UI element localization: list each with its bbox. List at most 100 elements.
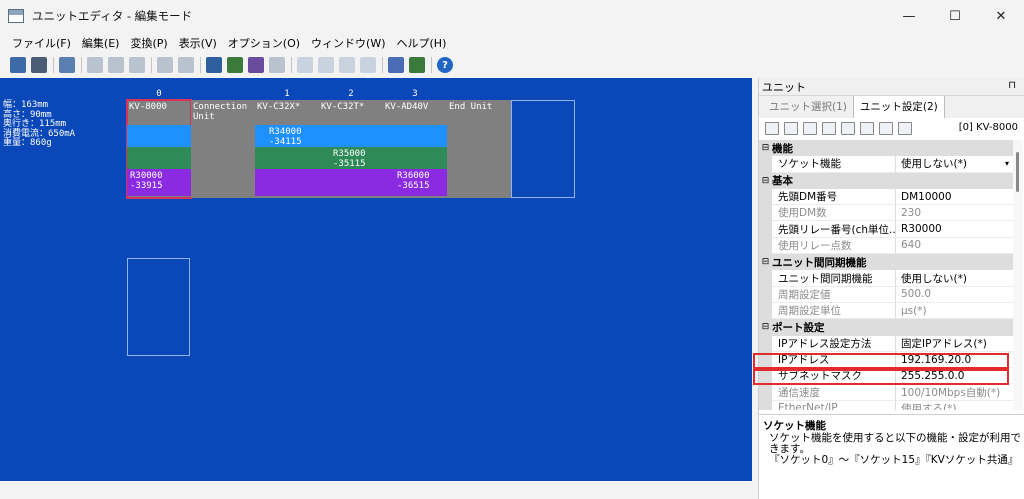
prop-row[interactable]: ソケット機能 使用しない(*) ▾ — [759, 156, 1013, 173]
compare-icon[interactable] — [269, 57, 285, 73]
description-title: ソケット機能 — [763, 420, 826, 432]
description-pane: ソケット機能 ソケット機能を使用すると以下の機能・設定が利用できます。 『ソケッ… — [759, 414, 1024, 499]
menu-window[interactable]: ウィンドウ(W) — [311, 35, 385, 51]
unit-kv-8000[interactable]: KV-8000 R30000 -33915 — [126, 99, 192, 199]
collapse-icon[interactable]: ⊟ — [759, 143, 772, 153]
unit-kv-c32x[interactable]: KV-C32X* R34000 -34115 — [255, 100, 319, 198]
panel-header: ユニット ⊓ — [759, 78, 1024, 96]
minimize-button[interactable]: — — [886, 0, 932, 32]
relay-range-label: R35000 -35115 — [333, 149, 366, 169]
connect-icon[interactable] — [31, 57, 47, 73]
scrollbar-thumb[interactable] — [1016, 152, 1019, 192]
toolbar-separator — [291, 57, 292, 73]
wrench-icon[interactable] — [388, 57, 404, 73]
unit-name: KV-C32T* — [321, 102, 365, 112]
sort-alpha-icon[interactable] — [784, 121, 798, 135]
save-icon[interactable] — [59, 57, 75, 73]
cut-icon[interactable] — [87, 57, 103, 73]
tab-unit-select[interactable]: ユニット選択(1) — [763, 96, 853, 118]
category-basic[interactable]: ⊟ 基本 — [759, 172, 1013, 189]
export-icon[interactable] — [860, 121, 874, 135]
expand-icon[interactable] — [803, 121, 817, 135]
prop-row[interactable]: 先頭DM番号 DM10000 — [759, 188, 1013, 206]
band-output — [255, 147, 319, 169]
category-port[interactable]: ⊟ ポート設定 — [759, 319, 1013, 336]
panel-tabs: ユニット選択(1) ユニット設定(2) — [759, 95, 1024, 118]
collapse-icon[interactable]: ⊟ — [759, 322, 772, 332]
unit-canvas[interactable]: 幅：163mm 高さ：90mm 奥行き：115mm 消費電流：650mA 重量：… — [0, 78, 752, 481]
unit-specs: 幅：163mm 高さ：90mm 奥行き：115mm 消費電流：650mA 重量：… — [3, 100, 76, 148]
verify-icon[interactable] — [248, 57, 264, 73]
prop-row[interactable]: ユニット間同期機能 使用しない(*) — [759, 270, 1013, 287]
socket-function-select[interactable]: 使用しない(*) ▾ — [895, 156, 1013, 173]
collapse-icon[interactable]: ⊟ — [759, 257, 772, 267]
import-icon[interactable] — [841, 121, 855, 135]
menu-edit[interactable]: 編集(E) — [82, 35, 120, 51]
transfer-icon[interactable] — [297, 57, 313, 73]
toolbar-separator — [81, 57, 82, 73]
monitor-icon[interactable] — [339, 57, 355, 73]
category-sync[interactable]: ⊟ ユニット間同期機能 — [759, 254, 1013, 271]
chevron-down-icon[interactable]: ▾ — [1005, 159, 1009, 168]
menu-bar: ファイル(F) 編集(E) 変換(P) 表示(V) オプション(O) ウィンドウ… — [0, 32, 1024, 54]
unit-name: KV-C32X* — [257, 102, 301, 112]
prop-row: 周期設定単位 μs(*) — [759, 302, 1013, 320]
menu-convert[interactable]: 変換(P) — [130, 35, 167, 51]
edit-icon[interactable] — [157, 57, 173, 73]
column-index: 1 — [284, 89, 290, 99]
unit-connection[interactable]: Connection Unit — [191, 100, 255, 198]
ip-address-highlight — [753, 353, 1009, 369]
toolbar-separator — [200, 57, 201, 73]
paste-icon[interactable] — [129, 57, 145, 73]
grid-view-icon[interactable] — [898, 121, 912, 135]
band-input — [127, 125, 191, 147]
pin-icon[interactable]: ⊓ — [1008, 80, 1016, 91]
title-bar: ユニットエディタ - 編集モード — ☐ ✕ — [0, 0, 1024, 32]
panel-toolbar: [0] KV-8000 — [759, 118, 1024, 138]
band-input — [319, 125, 383, 147]
grid-icon[interactable] — [178, 57, 194, 73]
empty-slot[interactable] — [511, 100, 575, 198]
maximize-button[interactable]: ☐ — [932, 0, 978, 32]
unit-end[interactable]: End Unit — [447, 100, 511, 198]
add-unit-icon[interactable] — [10, 57, 26, 73]
band-output — [127, 147, 191, 169]
unit-name: End Unit — [449, 102, 493, 112]
prop-row: 使用リレー点数 640 — [759, 237, 1013, 255]
sort-category-icon[interactable] — [765, 121, 779, 135]
toolbar: ? — [0, 54, 760, 76]
close-button[interactable]: ✕ — [978, 0, 1024, 32]
band-output — [383, 147, 447, 169]
prop-row[interactable]: IPアドレス設定方法 固定IPアドレス(*) — [759, 335, 1013, 352]
prop-row[interactable]: 先頭リレー番号(ch単位... R30000 — [759, 221, 1013, 238]
prop-row: 周期設定値 500.0 — [759, 286, 1013, 303]
menu-help[interactable]: ヘルプ(H) — [397, 35, 447, 51]
list-icon[interactable] — [360, 57, 376, 73]
property-scrollbar[interactable] — [1013, 140, 1023, 410]
properties-icon[interactable] — [822, 121, 836, 135]
tools-icon[interactable] — [409, 57, 425, 73]
copy-icon[interactable] — [108, 57, 124, 73]
subnet-mask-highlight — [753, 369, 1009, 385]
unit-reference: [0] KV-8000 — [958, 122, 1018, 133]
panel-title: ユニット — [762, 80, 806, 94]
read-icon[interactable] — [318, 57, 334, 73]
search-icon[interactable] — [206, 57, 222, 73]
prop-row: 通信速度 100/10Mbps自動(*) — [759, 384, 1013, 401]
check-icon[interactable] — [227, 57, 243, 73]
settings-icon[interactable] — [879, 121, 893, 135]
toolbar-separator — [382, 57, 383, 73]
unit-kv-c32t[interactable]: KV-C32T* R35000 -35115 — [319, 100, 383, 198]
collapse-icon[interactable]: ⊟ — [759, 176, 772, 186]
menu-file[interactable]: ファイル(F) — [12, 35, 71, 51]
help-icon[interactable]: ? — [437, 57, 453, 73]
menu-view[interactable]: 表示(V) — [179, 35, 217, 51]
column-index: 0 — [156, 89, 162, 99]
menu-options[interactable]: オプション(O) — [228, 35, 300, 51]
window-title: ユニットエディタ - 編集モード — [32, 9, 193, 23]
empty-slot[interactable] — [127, 258, 190, 356]
unit-kv-ad40v[interactable]: KV-AD40V R36000 -36515 — [383, 100, 447, 198]
prop-row: EtherNet/IP 使用する(*) — [759, 400, 1013, 410]
tab-unit-settings[interactable]: ユニット設定(2) — [852, 95, 945, 118]
category-function[interactable]: ⊟ 機能 — [759, 140, 1013, 157]
